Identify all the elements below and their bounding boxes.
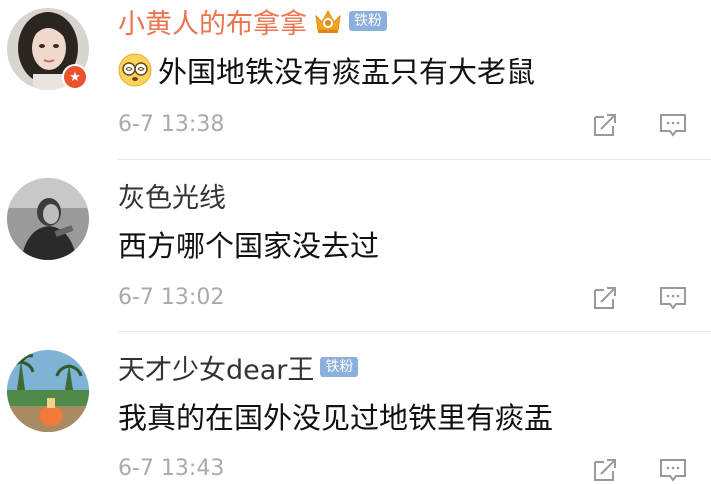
crown-icon — [315, 9, 341, 33]
comment-item: 天才少女dear王 铁粉 我真的在国外没见过地铁里有痰盂 6-7 13:43 — [0, 332, 711, 482]
comment-item: ★ 小黄人的布拿拿 铁粉 外国地铁没有痰盂只有大老鼠 6-7 13:38 — [0, 0, 711, 160]
avatar[interactable] — [7, 350, 89, 432]
verified-star-icon: ★ — [62, 64, 88, 90]
avatar-image — [7, 350, 89, 432]
comment-text: 我真的在国外没见过地铁里有痰盂 — [118, 401, 554, 435]
timestamp: 6-7 13:43 — [118, 456, 225, 481]
fan-badge: 铁粉 — [349, 11, 387, 31]
reply-icon[interactable] — [659, 111, 687, 139]
comment-text: 西方哪个国家没去过 — [118, 229, 380, 263]
comment-text: 外国地铁没有痰盂只有大老鼠 — [158, 55, 536, 89]
timestamp: 6-7 13:38 — [118, 112, 225, 137]
fan-badge: 铁粉 — [320, 357, 359, 377]
dizzy-glasses-emoji-icon — [118, 53, 152, 87]
reply-icon[interactable] — [659, 456, 687, 484]
avatar[interactable] — [7, 178, 89, 260]
share-icon[interactable] — [591, 456, 619, 484]
share-icon[interactable] — [591, 284, 619, 312]
avatar-image — [7, 178, 89, 260]
share-icon[interactable] — [591, 111, 619, 139]
timestamp: 6-7 13:02 — [118, 285, 225, 310]
username[interactable]: 灰色光线 — [118, 176, 226, 215]
username[interactable]: 天才少女dear王 — [118, 348, 314, 387]
username[interactable]: 小黄人的布拿拿 — [118, 2, 307, 41]
comment-item: 灰色光线 西方哪个国家没去过 6-7 13:02 — [0, 160, 711, 332]
reply-icon[interactable] — [659, 284, 687, 312]
